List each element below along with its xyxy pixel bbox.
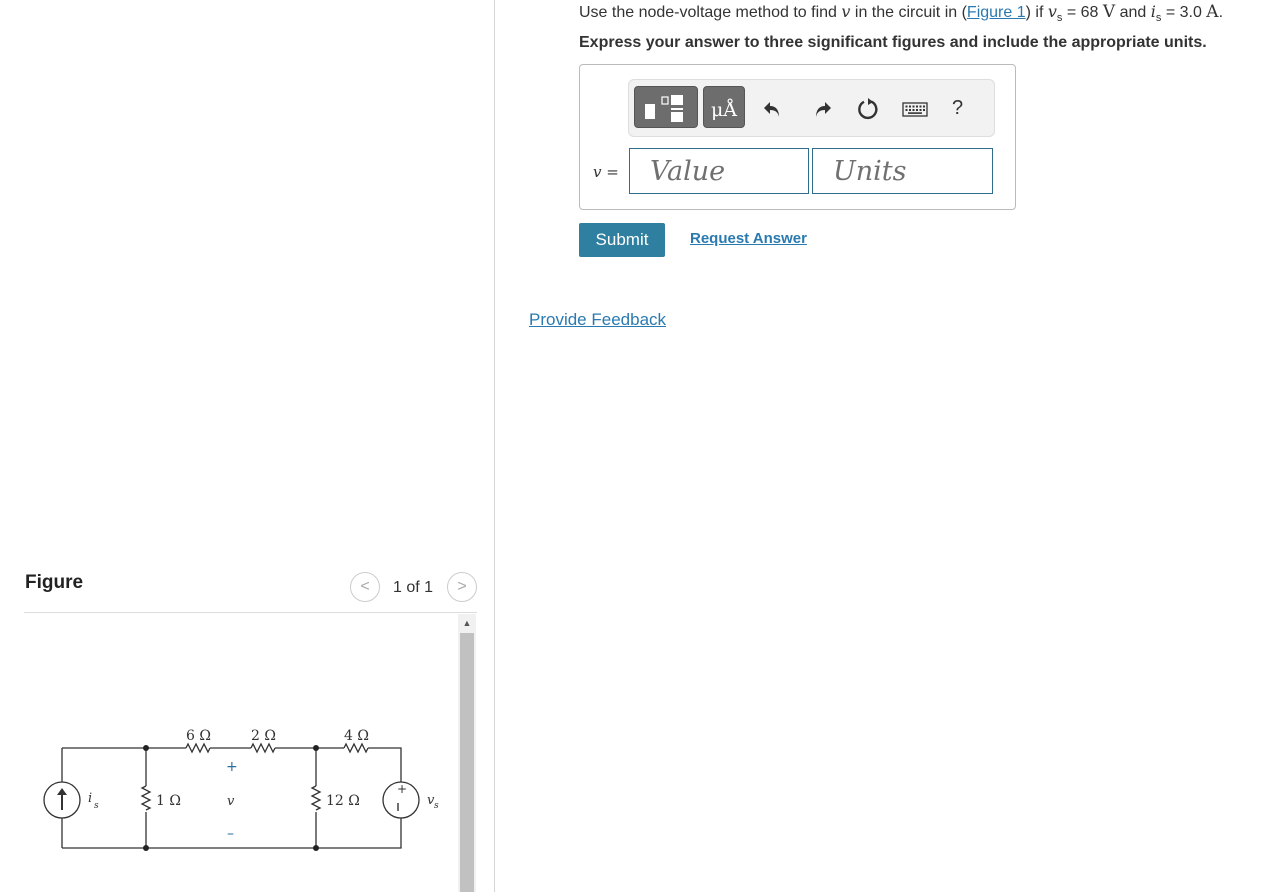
label-r-2: 2 Ω — [251, 728, 276, 744]
circuit-diagram: + 6 Ω 2 Ω 4 Ω 1 Ω 12 Ω i s v s v + – — [43, 728, 439, 851]
label-is-sub: s — [94, 801, 99, 811]
scroll-up-arrow-icon[interactable]: ▲ — [458, 614, 476, 632]
answer-instruction: Express your answer to three significant… — [579, 34, 1207, 51]
unit-volts: V — [1102, 2, 1116, 22]
answer-variable-label: v = — [593, 163, 619, 181]
v-minus-sign: – — [227, 826, 234, 842]
label-is: i — [88, 791, 92, 806]
figure-prev-button[interactable]: < — [350, 572, 380, 602]
templates-icon[interactable] — [634, 86, 698, 128]
problem-text-part: ) if — [1025, 4, 1048, 21]
figure-divider — [24, 612, 477, 613]
label-r-6: 6 Ω — [186, 728, 211, 744]
label-vs-sub: s — [434, 801, 439, 811]
problem-text-part: and — [1115, 4, 1151, 21]
label-v: v — [227, 794, 235, 809]
problem-text-part: in the circuit in ( — [850, 4, 967, 21]
vs-value: = 68 — [1062, 4, 1103, 21]
v-plus-sign: + — [226, 759, 238, 775]
is-value: = 3.0 — [1161, 4, 1207, 21]
panel-divider — [494, 0, 495, 892]
keyboard-icon[interactable] — [902, 96, 928, 122]
var-vs: v — [1047, 2, 1057, 21]
value-input[interactable] — [629, 148, 809, 194]
redo-icon[interactable] — [810, 96, 834, 122]
scroll-thumb[interactable] — [460, 633, 474, 892]
label-r-4: 4 Ω — [344, 728, 369, 744]
reset-icon[interactable] — [856, 96, 880, 122]
label-r-12: 12 Ω — [326, 793, 360, 809]
request-answer-link[interactable]: Request Answer — [690, 230, 807, 247]
help-icon[interactable]: ? — [952, 97, 963, 120]
figure-link[interactable]: Figure 1 — [967, 4, 1026, 21]
provide-feedback-link[interactable]: Provide Feedback — [529, 310, 666, 330]
figure-next-button[interactable]: > — [447, 572, 477, 602]
undo-icon[interactable] — [761, 96, 785, 122]
problem-text-part: . — [1218, 4, 1224, 21]
submit-button[interactable]: Submit — [579, 223, 665, 257]
units-icon[interactable]: μÅ — [703, 86, 745, 128]
label-r-1: 1 Ω — [156, 793, 181, 809]
problem-statement: Use the node-voltage method to find v in… — [579, 2, 1223, 24]
vs-plus-sign: + — [397, 782, 407, 796]
problem-text-part: Use the node-voltage method to find — [579, 4, 842, 21]
unit-amps: A — [1206, 2, 1219, 22]
units-input[interactable] — [812, 148, 993, 194]
figure-title: Figure — [25, 572, 84, 593]
figure-count: 1 of 1 — [393, 579, 434, 596]
